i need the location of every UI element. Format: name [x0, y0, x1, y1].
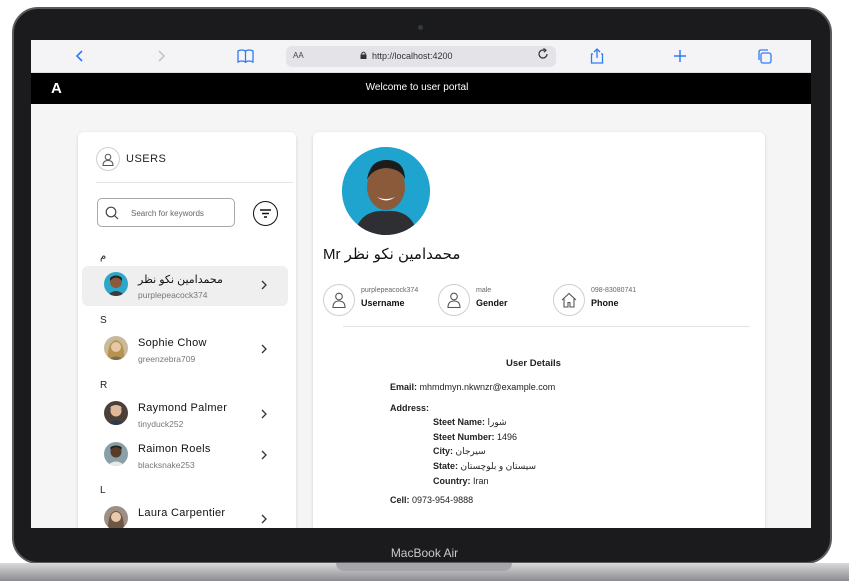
- app-title: Welcome to user portal: [365, 82, 469, 93]
- phone-value: 098-83080741: [591, 287, 637, 294]
- forward-icon[interactable]: [152, 47, 170, 65]
- street-name-label: Steet Name:: [433, 417, 486, 427]
- chevron-right-icon: [261, 280, 267, 290]
- user-handle: blacksnake253: [138, 460, 195, 470]
- reload-icon[interactable]: [537, 48, 549, 63]
- filter-icon: [260, 209, 271, 218]
- laptop-notch: [336, 563, 512, 571]
- address-bar[interactable]: AA http://localhost:4200: [286, 46, 556, 67]
- user-icon: [438, 284, 470, 316]
- street-number-value: 1496: [497, 432, 518, 442]
- username-value: purplepeacock374: [361, 287, 419, 294]
- state-label: State:: [433, 461, 459, 471]
- gender-info: male Gender: [438, 284, 538, 316]
- state-row: State: سیستان و بلوچستان: [433, 461, 536, 472]
- email-label: Email:: [390, 382, 418, 392]
- state-value: سیستان و بلوچستان: [460, 461, 537, 471]
- share-icon[interactable]: [588, 47, 606, 65]
- screen: AA http://localhost:4200 A Welcome to us…: [31, 40, 811, 528]
- cell-row: Cell: 0973-954-9888: [390, 495, 473, 505]
- new-tab-icon[interactable]: [671, 47, 689, 65]
- phone-info: 098-83080741 Phone: [553, 284, 663, 316]
- street-name-value: شورا: [487, 417, 507, 427]
- url-text: http://localhost:4200: [372, 51, 453, 61]
- address-label: Address:: [390, 403, 430, 413]
- user-detail-panel: Mr محمدامین نکو نظر purplepeacock374 Use…: [313, 132, 765, 528]
- home-icon: [553, 284, 585, 316]
- sidebar-header: USERS: [96, 147, 166, 171]
- city-value: سیرجان: [455, 446, 486, 456]
- user-icon: [96, 147, 120, 171]
- cell-label: Cell:: [390, 495, 410, 505]
- country-label: Country:: [433, 476, 471, 486]
- city-label: City:: [433, 446, 453, 456]
- search-icon: [105, 206, 119, 220]
- search-box: [97, 198, 235, 227]
- section-title: User Details: [506, 358, 561, 369]
- device-label: MacBook Air: [390, 546, 459, 560]
- chevron-right-icon: [261, 450, 267, 460]
- profile-photo: [342, 147, 430, 235]
- divider: [96, 182, 293, 183]
- search-input[interactable]: [131, 205, 231, 221]
- text-size-button[interactable]: AA: [293, 51, 304, 60]
- phone-label: Phone: [591, 298, 619, 308]
- username-info: purplepeacock374 Username: [323, 284, 433, 316]
- gender-value: male: [476, 287, 492, 294]
- detail-name: Mr محمدامین نکو نظر: [323, 246, 461, 263]
- user-name: Raymond Palmer: [138, 402, 228, 414]
- street-number-label: Steet Number:: [433, 432, 495, 442]
- street-number-row: Steet Number: 1496: [433, 432, 517, 442]
- filter-button[interactable]: [253, 201, 278, 226]
- group-letter: R: [100, 380, 108, 391]
- user-name: محمدامین نکو نظر: [138, 274, 223, 286]
- user-handle: greenzebra709: [138, 354, 196, 364]
- chevron-right-icon: [261, 514, 267, 524]
- city-row: City: سیرجان: [433, 446, 486, 457]
- avatar: [104, 401, 128, 425]
- email-value[interactable]: mhmdmyn.nkwnzr@example.com: [420, 382, 556, 392]
- users-sidebar: USERS م محمدامین نکو نظر purplepeacock37…: [78, 132, 296, 528]
- group-letter: م: [100, 251, 107, 262]
- sidebar-title: USERS: [126, 153, 167, 165]
- divider: [343, 326, 750, 327]
- browser-toolbar: AA http://localhost:4200: [31, 40, 811, 73]
- main-content: USERS م محمدامین نکو نظر purplepeacock37…: [31, 104, 811, 528]
- user-handle: tinyduck252: [138, 419, 184, 429]
- avatar: [104, 336, 128, 360]
- back-icon[interactable]: [71, 47, 89, 65]
- tabs-icon[interactable]: [755, 47, 773, 65]
- avatar: [104, 506, 128, 528]
- user-handle: purplepeacock374: [138, 290, 208, 300]
- avatar: [104, 442, 128, 466]
- app-navbar: A Welcome to user portal: [31, 73, 811, 104]
- reader-icon[interactable]: [236, 47, 254, 65]
- group-letter: S: [100, 315, 107, 326]
- country-row: Country: Iran: [433, 476, 489, 486]
- avatar: [104, 272, 128, 296]
- street-name-row: Steet Name: شورا: [433, 417, 507, 428]
- cell-value: 0973-954-9888: [412, 495, 474, 505]
- email-row: Email: mhmdmyn.nkwnzr@example.com: [390, 382, 555, 392]
- group-letter: L: [100, 485, 106, 496]
- chevron-right-icon: [261, 409, 267, 419]
- user-icon: [323, 284, 355, 316]
- gender-label: Gender: [476, 298, 508, 308]
- lock-icon: [360, 51, 367, 59]
- chevron-right-icon: [261, 344, 267, 354]
- user-name: Raimon Roels: [138, 443, 211, 455]
- country-value: Iran: [473, 476, 489, 486]
- user-name: Laura Carpentier: [138, 507, 226, 519]
- camera: [418, 25, 423, 30]
- user-name: Sophie Chow: [138, 337, 207, 349]
- username-label: Username: [361, 298, 405, 308]
